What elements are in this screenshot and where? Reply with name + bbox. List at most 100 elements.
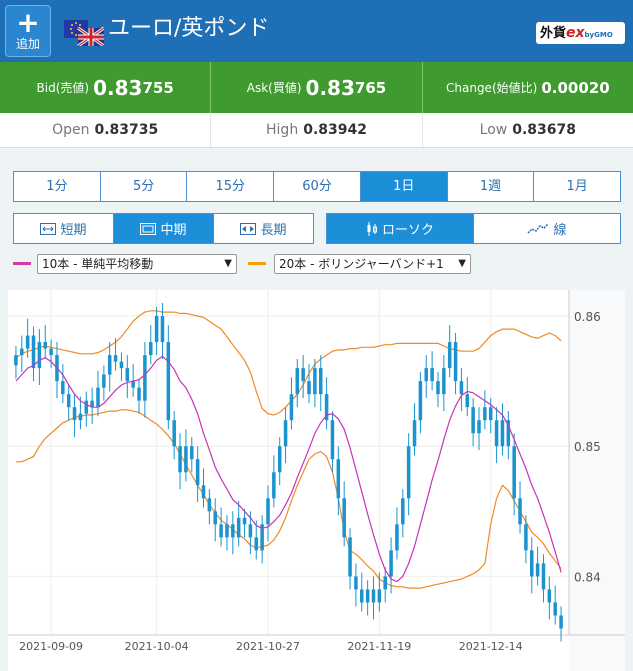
candle-body [31,335,36,369]
tab-1week[interactable]: 1週 [448,172,535,201]
candle-body [365,589,370,603]
candle-body [14,355,18,366]
candle-body [518,498,522,525]
indicator-row: 10本 - 単純平均移動 ▼ 20本 - ボリンジャーバンド+1 ▼ [13,254,621,274]
candle-body [459,381,464,395]
candle-body [137,387,141,401]
compress-icon [40,222,57,235]
candle-body [242,517,247,525]
bid-value-minor: 755 [142,78,174,97]
candle-body [195,459,200,486]
low-label: Low [479,122,508,138]
bb-select[interactable]: 20本 - ボリンジャーバンド+1 ▼ [274,254,471,274]
chart-svg: 0.84 0.85 0.86 2021-09-09 2021-10-04 2021-10-… [8,290,625,671]
candle-body [318,368,323,395]
candle-body [477,420,481,434]
candle-body [494,420,499,447]
ask-value-minor: 765 [354,78,387,97]
window-icon [140,222,157,235]
tab-candlestick[interactable]: ローソク [327,214,474,243]
candle-body [342,498,346,538]
candle-body [102,374,106,388]
y-tick-label: 0.85 [574,440,601,454]
ma-select[interactable]: 10本 - 単純平均移動 ▼ [37,254,237,274]
candle-body [236,517,241,538]
candle-body [330,420,335,460]
candle-body [154,316,159,343]
tab-long-term[interactable]: 長期 [214,214,313,243]
candle-body [190,446,194,460]
tab-1day[interactable]: 1日 [360,172,448,201]
ask-cell: Ask(買値) 0.83 765 [211,62,423,113]
candle-body [307,381,311,395]
candle-body [96,387,100,408]
candle-body [371,589,376,603]
candle-body [336,459,341,499]
candle-body [78,413,83,421]
price-chart[interactable]: 0.84 0.85 0.86 2021-09-09 2021-10-04 2021-10-… [8,290,625,671]
tab-line-chart[interactable]: 線 [474,214,620,243]
candle-body [430,368,434,382]
tab-short-term[interactable]: 短期 [14,214,114,243]
candle-body [49,348,53,356]
y-axis-background [569,290,625,671]
candle-body [277,446,282,473]
candlestick-icon [366,221,378,237]
tab-1min[interactable]: 1分 [14,172,101,201]
candle-body [113,355,118,362]
candle-body [231,524,235,538]
candle-body [201,485,206,499]
candle-body [395,524,399,551]
candle-body [471,407,475,434]
chart-type-tabs: ローソク 線 [326,213,621,244]
candle-body [213,511,217,525]
candle-body [553,602,557,616]
candle-body [61,381,65,395]
candle-body [266,498,270,525]
tab-mid-term[interactable]: 中期 [114,214,214,243]
candle-body [547,589,552,603]
candle-body [436,381,440,395]
ohl-bar: Open 0.83735 High 0.83942 Low 0.83678 [0,113,633,148]
candle-body [225,524,229,538]
candle-body [383,576,387,590]
high-label: High [266,122,299,138]
low-cell: Low 0.83678 [423,113,633,147]
change-cell: Change(始値比) 0.00020 [423,62,633,113]
candle-body [377,589,382,603]
x-tick-label: 2021-11-19 [347,640,411,653]
candle-body [66,394,71,408]
candle-body [283,420,288,447]
candle-body [442,368,446,395]
range-tabs: 短期 中期 長期 [13,213,314,244]
candle-body [143,355,147,401]
tab-15min[interactable]: 15分 [187,172,275,201]
tab-60min[interactable]: 60分 [274,172,361,201]
y-tick-label: 0.86 [574,310,601,324]
candle-body [535,563,540,577]
candle-body [20,348,24,356]
candle-body [418,381,423,421]
candle-body [453,342,458,382]
pair-title: ユーロ/英ポンド [108,16,270,41]
candle-body [301,368,305,382]
bid-value-major: 0.83 [93,75,143,100]
open-label: Open [52,122,90,138]
add-button[interactable]: + 追加 [5,5,51,57]
candle-body [184,446,188,473]
candle-body [295,368,300,395]
candle-body [559,615,563,629]
y-tick-label: 0.84 [574,570,601,584]
eur-gbp-flag-icon [64,20,104,46]
plus-icon: + [16,6,40,39]
candle-body [207,498,212,512]
tab-5min[interactable]: 5分 [101,172,188,201]
tab-1month[interactable]: 1月 [534,172,620,201]
candle-body [401,498,405,525]
candle-body [354,576,358,590]
bid-cell: Bid(売値) 0.83 755 [0,62,212,113]
candle-body [25,335,30,349]
candle-body [178,446,182,473]
add-button-label: 追加 [15,37,40,51]
bid-label: Bid(売値) [36,81,90,95]
